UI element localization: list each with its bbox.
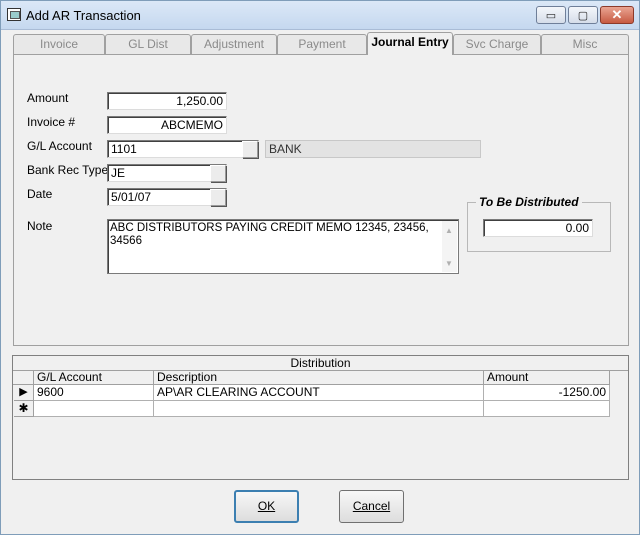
new-row-indicator-icon[interactable]: ✱ [14,401,34,417]
gl-account-label: G/L Account [27,139,92,153]
tab-journal-entry[interactable]: Journal Entry [367,32,453,55]
invoice-label: Invoice # [27,115,76,129]
new-row-amount[interactable] [484,401,610,417]
current-row-indicator-icon[interactable]: ▶ [14,385,34,401]
distribution-caption: Distribution [13,356,628,371]
distribution-grid: Distribution G/L Account Description Amo… [12,355,629,480]
maximize-icon: ▢ [577,9,589,22]
grid-corner-header [13,371,34,385]
add-ar-transaction-window: Add AR Transaction ▭ ▢ ✕ Invoice GL Dist… [0,0,640,535]
note-label: Note [27,219,53,233]
table-row-description[interactable]: AP\AR CLEARING ACCOUNT [154,385,484,401]
note-scrollbar[interactable]: ▲ ▼ [442,221,457,272]
date-label: Date [27,187,53,201]
column-header-description[interactable]: Description [154,371,484,385]
window-title: Add AR Transaction [26,8,141,23]
amount-field[interactable]: 1,250.00 [107,92,227,110]
tab-svc-charge[interactable]: Svc Charge [453,34,541,54]
gl-account-field[interactable]: 1101 [107,140,259,158]
new-row-gl-account[interactable] [34,401,154,417]
tab-misc[interactable]: Misc [541,34,629,54]
date-field[interactable]: 5/01/07 [107,188,227,206]
title-bar: Add AR Transaction ▭ ▢ ✕ [1,1,639,30]
gl-account-description: BANK [265,140,481,158]
to-be-distributed-value: 0.00 [483,219,593,237]
maximize-button[interactable]: ▢ [568,6,598,24]
bank-rec-type-label: Bank Rec Type [27,163,109,177]
new-row-description[interactable] [154,401,484,417]
ok-button[interactable]: OK [234,490,299,523]
minimize-icon: ▭ [545,9,557,22]
minimize-button[interactable]: ▭ [536,6,566,24]
cancel-button[interactable]: Cancel [339,490,404,523]
close-icon: ✕ [611,7,623,22]
tab-adjustment[interactable]: Adjustment [191,34,277,54]
bank-rec-type-dropdown-button[interactable] [210,165,226,182]
to-be-distributed-group: To Be Distributed 0.00 [467,195,611,252]
invoice-field[interactable]: ABCMEMO [107,116,227,134]
note-text: ABC DISTRIBUTORS PAYING CREDIT MEMO 1234… [110,222,429,247]
tab-payment[interactable]: Payment [277,34,367,54]
cancel-button-label: Cancel [352,499,391,513]
table-row-gl-account[interactable]: 9600 [34,385,154,401]
bank-rec-type-field[interactable]: JE [107,164,227,182]
scroll-down-icon[interactable]: ▼ [445,257,453,270]
to-be-distributed-title: To Be Distributed [476,195,582,209]
app-icon [7,8,21,21]
date-picker-button[interactable] [210,189,226,206]
amount-label: Amount [27,91,69,105]
note-textarea[interactable]: ABC DISTRIBUTORS PAYING CREDIT MEMO 1234… [107,219,459,274]
scroll-up-icon[interactable]: ▲ [445,224,453,237]
ok-button-label: OK [257,499,276,513]
column-header-amount[interactable]: Amount [484,371,610,385]
tab-gl-dist[interactable]: GL Dist [105,34,191,54]
table-row-amount[interactable]: -1250.00 [484,385,610,401]
tab-invoice[interactable]: Invoice [13,34,105,54]
gl-account-lookup-button[interactable] [242,141,258,158]
close-button[interactable]: ✕ [600,6,634,24]
column-header-gl-account[interactable]: G/L Account [34,371,154,385]
